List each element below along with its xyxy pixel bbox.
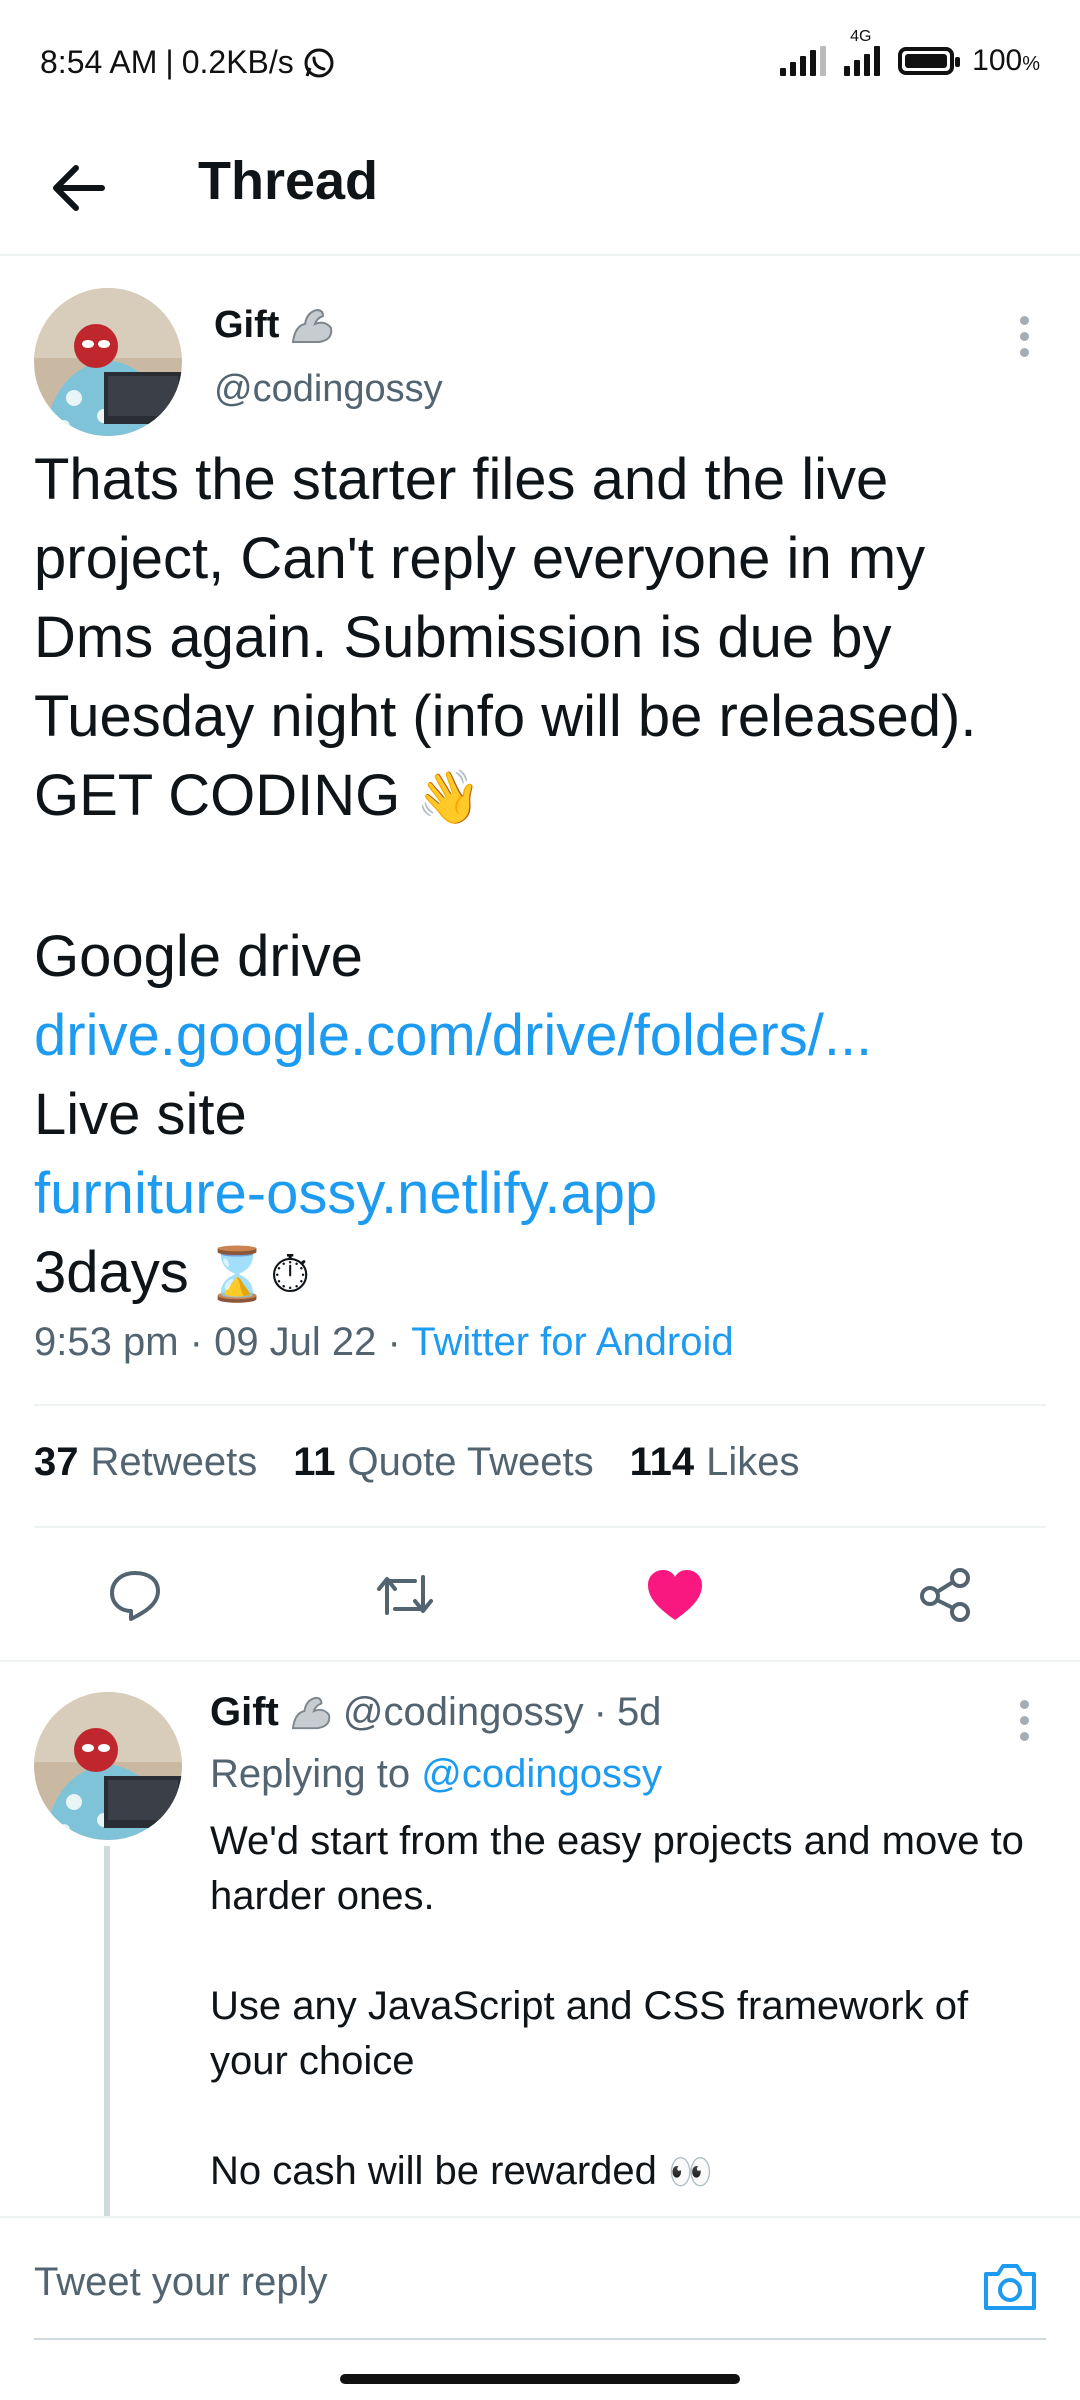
top-header: Thread	[0, 120, 1080, 256]
more-icon[interactable]	[1016, 316, 1032, 364]
tweet-source[interactable]: Twitter for Android	[411, 1320, 733, 1364]
wifi-signal-icon	[780, 46, 827, 76]
reply-avatar[interactable]	[34, 1692, 182, 1840]
tweet-time: 9:53 pm	[34, 1320, 179, 1364]
status-right: 4G 100%	[780, 28, 1040, 78]
drive-label: Google drive	[34, 924, 363, 989]
status-time: 8:54 AM	[40, 44, 158, 80]
tweet-meta: 9:53 pm · 09 Jul 22 · Twitter for Androi…	[34, 1320, 734, 1364]
status-bar: 8:54 AM | 0.2KB/s 4G 100%	[0, 0, 1080, 120]
page-title: Thread	[198, 151, 379, 211]
reply-composer: Tweet your reply	[0, 2216, 1080, 2348]
reply-age: 5d	[616, 1690, 662, 1734]
live-site-label: Live site	[34, 1082, 247, 1147]
days-text: 3days	[34, 1240, 205, 1305]
divider	[0, 1660, 1080, 1662]
tweet-stats: 37 Retweets 11 Quote Tweets 114 Likes	[34, 1440, 800, 1485]
camera-icon[interactable]	[980, 2258, 1040, 2314]
back-arrow-icon[interactable]	[40, 156, 120, 220]
reply-author-handle[interactable]: @codingossy	[343, 1690, 584, 1735]
heart-icon	[648, 1570, 702, 1620]
likes-stat[interactable]: 114 Likes	[630, 1440, 800, 1485]
status-speed: 0.2KB/s	[181, 44, 294, 80]
drive-link[interactable]: drive.google.com/drive/folders/...	[34, 1003, 872, 1068]
retweet-button[interactable]	[370, 1560, 440, 1630]
share-button[interactable]	[910, 1560, 980, 1630]
site-link[interactable]: furniture-ossy.netlify.app	[34, 1161, 657, 1226]
share-icon	[920, 1568, 970, 1622]
thread-line	[104, 1846, 110, 2216]
replying-to-handle[interactable]: @codingossy	[421, 1752, 662, 1796]
replying-to: Replying to @codingossy	[210, 1752, 662, 1796]
like-button[interactable]	[640, 1560, 710, 1630]
tweet-text: Thats the starter files and the live pro…	[34, 447, 977, 1305]
reply-text: We'd start from the easy projects and mo…	[210, 1819, 1024, 2193]
divider	[34, 1404, 1046, 1406]
reply-header: Gift @codingossy · 5d	[210, 1690, 662, 1735]
eyes-emoji: 👀	[668, 2152, 713, 2193]
author-name[interactable]: Gift	[214, 304, 279, 347]
avatar[interactable]	[34, 288, 182, 436]
author-name-row: Gift	[214, 304, 335, 347]
author-handle[interactable]: @codingossy	[214, 368, 443, 411]
battery-icon	[898, 47, 961, 75]
quotes-stat[interactable]: 11 Quote Tweets	[293, 1440, 593, 1485]
reply-more-icon[interactable]	[1016, 1700, 1032, 1748]
reply-input[interactable]: Tweet your reply	[34, 2260, 327, 2305]
battery-level: 100%	[972, 44, 1040, 77]
composer-underline	[34, 2338, 1046, 2340]
retweets-stat[interactable]: 37 Retweets	[34, 1440, 257, 1485]
home-indicator[interactable]	[340, 2374, 740, 2384]
hourglass-emoji: ⌛	[204, 1245, 270, 1305]
reply-button[interactable]	[100, 1560, 170, 1630]
whatsapp-icon	[304, 48, 334, 77]
tweet-date: 09 Jul 22	[214, 1320, 377, 1364]
reply-icon	[110, 1571, 160, 1621]
stopwatch-emoji: ⏱	[269, 1245, 311, 1305]
network-type: 4G	[850, 28, 872, 45]
muscle-icon	[292, 308, 333, 343]
retweet-icon	[377, 1575, 433, 1615]
divider	[34, 1526, 1046, 1528]
muscle-icon	[291, 1696, 331, 1729]
status-left: 8:54 AM | 0.2KB/s	[40, 44, 336, 81]
cell-signal-icon: 4G	[844, 28, 881, 76]
wave-emoji: 👋	[416, 768, 482, 828]
tweet-actions	[0, 1560, 1080, 1660]
reply-author-name[interactable]: Gift	[210, 1690, 279, 1735]
